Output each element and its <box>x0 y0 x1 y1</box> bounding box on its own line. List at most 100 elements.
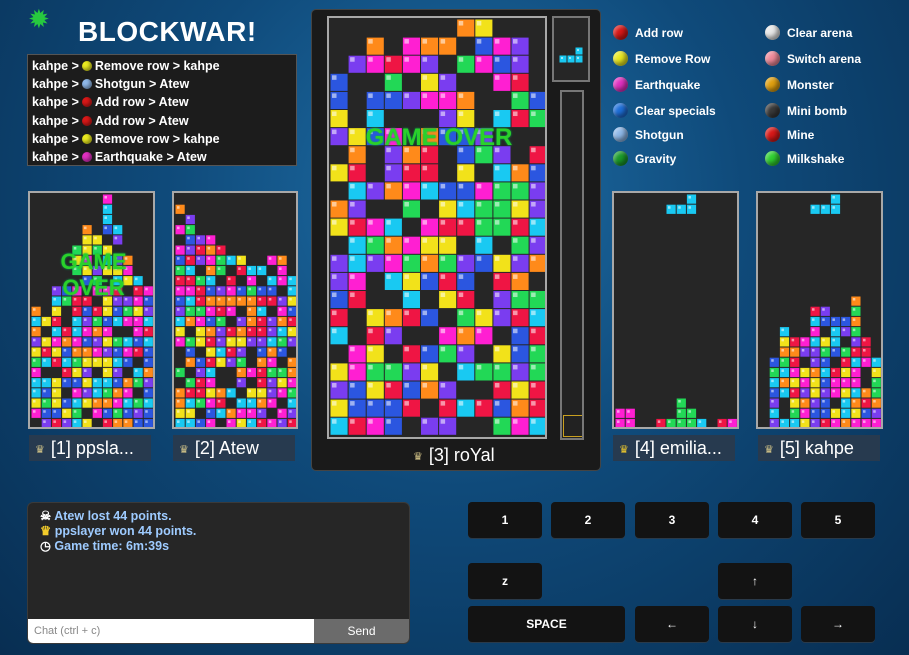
space-button[interactable]: SPACE <box>468 606 625 642</box>
block-highlight <box>63 328 67 332</box>
block-cell <box>195 235 206 245</box>
block-cell <box>810 388 820 398</box>
next-piece-preview <box>552 16 590 82</box>
block-cell <box>51 378 62 388</box>
block-highlight <box>404 238 409 243</box>
block-highlight <box>145 359 148 362</box>
key-4-button[interactable]: 4 <box>718 502 792 538</box>
block-highlight <box>114 410 118 413</box>
block-cell <box>113 367 123 378</box>
block-highlight <box>279 308 282 311</box>
block-cell <box>113 306 123 316</box>
block-highlight <box>688 420 691 423</box>
block-highlight <box>238 318 241 321</box>
player-label-5[interactable]: ♛ [5] kahpe <box>758 435 880 461</box>
key-5-button[interactable]: 5 <box>801 502 875 538</box>
block-cell <box>113 378 123 388</box>
main-board[interactable]: GAME OVER <box>327 16 547 439</box>
block-highlight <box>94 236 97 240</box>
arrow-right-button[interactable]: → <box>801 606 875 642</box>
block-cell <box>216 286 226 296</box>
block-highlight <box>822 318 825 321</box>
block-highlight <box>289 308 292 311</box>
block-highlight <box>124 420 128 423</box>
block-highlight <box>197 277 200 281</box>
block-cell <box>277 316 287 327</box>
block-highlight <box>94 389 97 393</box>
block-highlight <box>781 369 784 372</box>
block-highlight <box>873 359 876 362</box>
block-highlight <box>386 364 391 370</box>
block-highlight <box>145 389 148 393</box>
block-highlight <box>114 318 118 321</box>
chat-input[interactable]: Chat (ctrl + c) <box>28 619 316 643</box>
player-label-4[interactable]: ♛ [4] emilia... <box>613 435 735 461</box>
block-highlight <box>207 247 211 250</box>
block-highlight <box>368 401 373 406</box>
block-cell <box>206 378 216 388</box>
block-highlight <box>678 400 681 403</box>
block-highlight <box>458 21 464 26</box>
block-highlight <box>842 349 846 352</box>
block-highlight <box>197 247 200 250</box>
arrow-down-button[interactable]: ↓ <box>718 606 792 642</box>
key-3-button[interactable]: 3 <box>635 502 709 538</box>
block-highlight <box>812 349 815 352</box>
block-highlight <box>422 419 428 424</box>
block-cell <box>267 255 277 265</box>
block-cell <box>51 357 62 367</box>
block-cell <box>133 408 143 418</box>
block-highlight <box>476 220 482 225</box>
special-dot-icon <box>81 61 92 71</box>
block-cell <box>810 327 820 337</box>
block-highlight <box>258 349 262 352</box>
block-cell <box>841 316 851 327</box>
block-highlight <box>217 287 221 291</box>
block-cell <box>82 418 92 427</box>
block-cell <box>246 276 257 286</box>
block-highlight <box>513 220 518 225</box>
block-highlight <box>217 359 221 362</box>
key-1-button[interactable]: 1 <box>468 502 542 538</box>
send-button[interactable]: Send <box>314 619 409 643</box>
block-highlight <box>863 389 866 393</box>
block-highlight <box>279 379 282 383</box>
gear-icon[interactable]: ✹ <box>28 6 52 32</box>
special-dot-icon <box>613 151 628 166</box>
block-cell <box>287 378 296 388</box>
block-cell <box>830 316 841 327</box>
block-highlight <box>145 338 148 342</box>
special-dot-icon <box>613 103 628 118</box>
chat-panel: ☠ Atew lost 44 points. ♛ ppslayer won 44… <box>27 502 410 644</box>
arrow-up-button[interactable]: ↑ <box>718 563 792 599</box>
key-z-button[interactable]: z <box>468 563 542 599</box>
block-highlight <box>404 256 409 261</box>
block-highlight <box>43 389 46 393</box>
key-2-button[interactable]: 2 <box>551 502 625 538</box>
block-highlight <box>791 400 795 403</box>
block-highlight <box>771 420 774 423</box>
block-highlight <box>63 369 67 372</box>
block-cell <box>226 418 236 427</box>
arrow-left-button[interactable]: ← <box>635 606 709 642</box>
skull-icon: ☠ <box>40 509 52 523</box>
player-label-3[interactable]: ♛ [3] roYal <box>407 442 527 468</box>
block-cell <box>195 327 206 337</box>
player-label-2[interactable]: ♛ [2] Atew <box>173 435 295 461</box>
block-cell <box>676 204 686 214</box>
block-highlight <box>332 93 337 98</box>
block-cell <box>236 265 246 276</box>
block-highlight <box>63 379 67 383</box>
player-label-1[interactable]: ♛ [1] ppsla... <box>29 435 151 461</box>
block-cell <box>41 347 51 357</box>
block-cell <box>779 418 790 427</box>
block-highlight <box>53 318 56 321</box>
block-cell <box>92 337 102 347</box>
player-board-5 <box>756 191 883 429</box>
block-cell <box>216 347 226 357</box>
block-cell <box>195 316 206 327</box>
block-highlight <box>207 379 211 383</box>
block-cell <box>175 408 185 418</box>
block-cell <box>175 316 185 327</box>
block-highlight <box>832 338 835 342</box>
